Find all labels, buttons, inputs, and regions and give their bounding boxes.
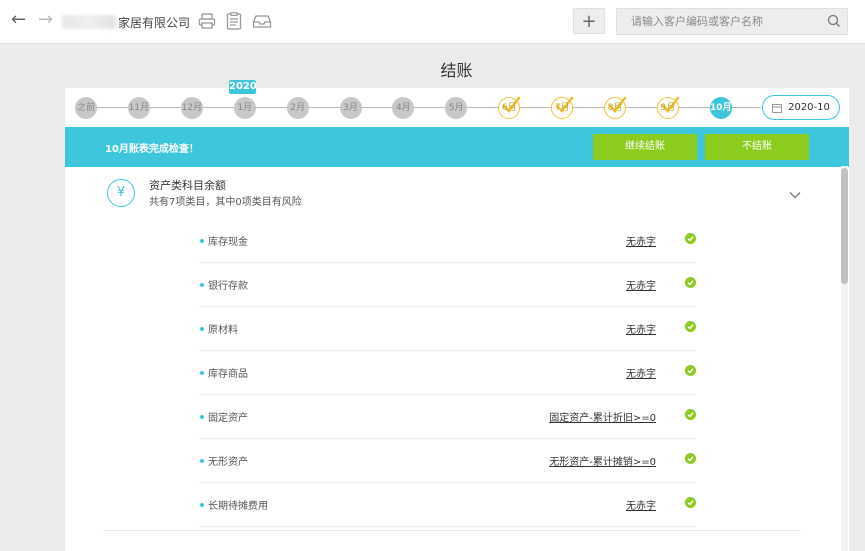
bullet-dot	[200, 503, 204, 507]
customer-search	[616, 8, 848, 35]
timeline-month[interactable]: 8月	[604, 96, 627, 119]
check-item-row: 库存商品 无赤字	[199, 351, 696, 395]
add-button[interactable]: +	[573, 8, 605, 34]
timeline-month[interactable]: 3月	[339, 97, 362, 119]
section-divider	[103, 530, 801, 531]
item-name: 银行存款	[208, 281, 248, 292]
item-check-result[interactable]: 无赤字	[626, 277, 656, 292]
check-ok-icon	[685, 497, 696, 508]
company-name: 家居有限公司	[62, 12, 190, 32]
item-check-result[interactable]: 无赤字	[626, 321, 656, 336]
continue-closing-button[interactable]: 继续结账	[593, 134, 697, 160]
timeline-month[interactable]: 1月	[233, 97, 256, 119]
bullet-dot	[200, 327, 204, 331]
forward-arrow-icon[interactable]: →	[38, 9, 53, 31]
timeline-month[interactable]: 6月	[498, 96, 521, 119]
item-check-result[interactable]: 固定资产-累计折旧>=0	[549, 409, 656, 424]
check-ok-icon	[685, 321, 696, 332]
company-name-text: 家居有限公司	[118, 15, 191, 30]
bullet-dot	[200, 283, 204, 287]
item-name: 库存商品	[208, 369, 248, 380]
year-badge: 2020	[229, 80, 257, 94]
item-check-result[interactable]: 无赤字	[626, 365, 656, 380]
scrollbar-thumb[interactable]	[841, 168, 848, 284]
section-subtitle: 共有7项类目，其中0项类目有风险	[149, 197, 302, 208]
check-ok-icon	[685, 277, 696, 288]
item-name: 固定资产	[208, 413, 248, 424]
chevron-down-icon[interactable]	[789, 188, 801, 202]
page-title: 结账	[440, 61, 473, 80]
timeline-month-label: 9月	[660, 103, 676, 113]
timeline-month-label: 6月	[501, 103, 517, 113]
yen-icon: ¥	[107, 179, 135, 207]
document-icon[interactable]	[223, 10, 245, 32]
date-picker[interactable]: 2020-10	[762, 95, 840, 120]
redacted-name	[62, 15, 116, 29]
timeline-month-label: 12月	[181, 103, 203, 113]
search-icon[interactable]	[827, 14, 841, 31]
check-item-row: 长期待摊费用 无赤字	[199, 483, 696, 527]
timeline-month[interactable]: 7月	[551, 96, 574, 119]
item-name: 长期待摊费用	[208, 501, 268, 512]
item-check-result[interactable]: 无赤字	[626, 233, 656, 248]
search-input[interactable]	[617, 9, 831, 34]
bullet-dot	[200, 239, 204, 243]
timeline-month[interactable]: 12月	[180, 97, 203, 119]
timeline-month-label: 4月	[396, 103, 411, 113]
timeline-month-label: 3月	[343, 103, 358, 113]
timeline-month[interactable]: 之前	[75, 97, 97, 119]
check-ok-icon	[685, 453, 696, 464]
date-picker-value: 2020-10	[788, 102, 830, 113]
item-name: 原材料	[208, 325, 238, 336]
item-name: 无形资产	[208, 457, 248, 468]
check-ok-icon	[685, 233, 696, 244]
section-title: 资产类科目余额	[149, 179, 226, 192]
timeline-month-label: 1月	[237, 103, 253, 113]
inbox-icon[interactable]	[251, 10, 273, 32]
calendar-icon	[772, 103, 783, 113]
top-bar: ← → 家居有限公司 +	[0, 0, 865, 44]
timeline-month[interactable]: 9月	[656, 96, 680, 119]
check-ok-icon	[685, 365, 696, 376]
check-item-row: 原材料 无赤字	[199, 307, 696, 351]
item-check-result[interactable]: 无形资产-累计摊销>=0	[549, 453, 656, 468]
banner-text: 10月账表完成检查！	[105, 144, 199, 155]
bullet-dot	[200, 459, 204, 463]
item-check-result[interactable]: 无赤字	[626, 497, 656, 512]
scrollbar[interactable]	[841, 166, 848, 551]
timeline-month-label: 之前	[76, 103, 95, 113]
asset-balance-section-header[interactable]: ¥ 资产类科目余额 共有7项类目，其中0项类目有风险	[65, 167, 835, 217]
item-name: 库存现金	[208, 237, 248, 248]
check-item-row: 库存现金 无赤字	[199, 219, 696, 263]
timeline-month-label: 2月	[290, 103, 305, 113]
check-item-row: 银行存款 无赤字	[199, 263, 696, 307]
check-item-row: 固定资产 固定资产-累计折旧>=0	[199, 395, 696, 439]
timeline-month-label: 5月	[448, 103, 464, 113]
back-arrow-icon[interactable]: ←	[11, 9, 26, 31]
no-closing-button[interactable]: 不结账	[705, 134, 809, 160]
check-item-row: 无形资产 无形资产-累计摊销>=0	[199, 439, 696, 483]
timeline-month[interactable]: 10月	[709, 97, 732, 119]
timeline-month-label: 10月	[710, 103, 732, 113]
check-banner: 10月账表完成检查！ 继续结账 不结账	[65, 127, 849, 167]
timeline-month[interactable]: 11月	[127, 97, 150, 119]
timeline-month-label: 7月	[554, 103, 570, 113]
bullet-dot	[200, 371, 204, 375]
month-timeline: 2020-10 之前 11月 12月 1月 2月 3月 4月 5月 6月 7月 8月 9月 10月	[65, 88, 849, 127]
closing-panel: 2020-10 之前 11月 12月 1月 2月 3月 4月 5月 6月 7月 8月 9月 10月 10…	[65, 88, 849, 551]
check-ok-icon	[685, 409, 696, 420]
timeline-month-label: 11月	[128, 103, 150, 113]
timeline-month-label: 8月	[607, 103, 623, 113]
print-icon[interactable]	[196, 10, 218, 32]
bullet-dot	[200, 415, 204, 419]
timeline-month[interactable]: 4月	[392, 97, 415, 119]
timeline-month[interactable]: 2月	[286, 97, 309, 119]
timeline-month[interactable]: 5月	[445, 97, 468, 119]
